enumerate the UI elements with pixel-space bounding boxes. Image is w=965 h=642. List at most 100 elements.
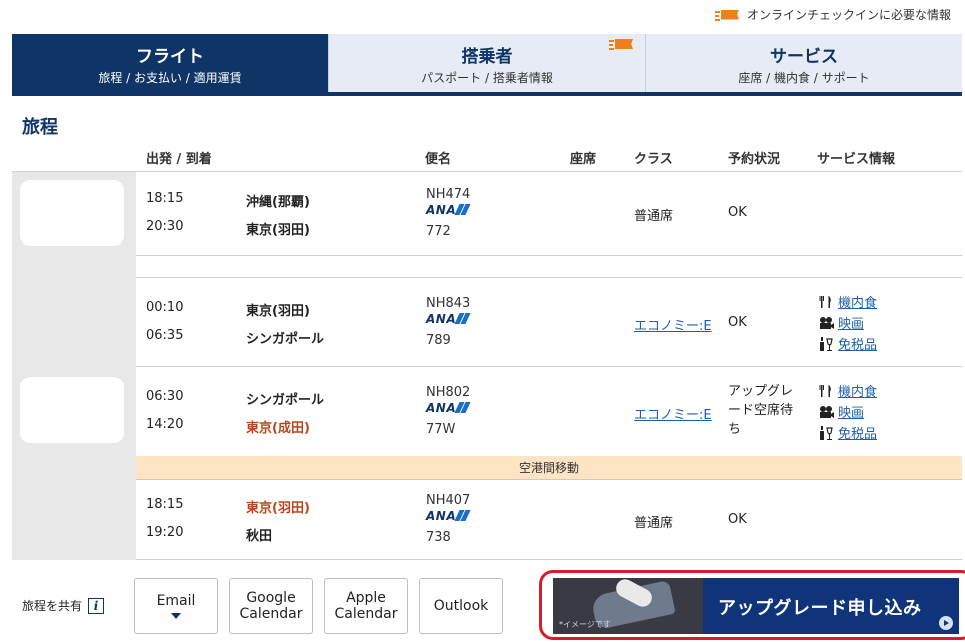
arrival-time: 06:35 xyxy=(146,328,184,343)
flight-segment: 06:30 シンガポール 14:20 東京(成田) NH802 ANA 77W … xyxy=(136,367,962,456)
online-checkin-info-link[interactable]: オンラインチェックインに必要な情報 xyxy=(714,6,951,23)
share-bar: 旅程を共有 i Email Google Calendar Apple Cale… xyxy=(12,570,965,642)
arrival-city-changed: 東京(成田) xyxy=(246,421,310,436)
service-info: 機内食 映画 免税品 xyxy=(818,291,877,354)
arrival-time: 19:20 xyxy=(146,525,184,540)
tab-passenger-title: 搭乗者 xyxy=(461,47,513,67)
booking-status: アップグレード空席待ち xyxy=(728,384,794,437)
header-service: サービス情報 xyxy=(817,152,896,167)
meal-icon xyxy=(818,383,834,399)
ana-logo-text: ANA xyxy=(426,401,457,415)
departure-time: 00:10 xyxy=(146,300,184,315)
flight-number: NH474 xyxy=(426,187,471,202)
cabin-class: 普通席 xyxy=(634,516,674,531)
departure-time: 18:15 xyxy=(146,497,184,512)
duty-free-icon xyxy=(818,336,834,352)
email-share-button[interactable]: Email xyxy=(134,578,218,634)
tab-flight-title: フライト xyxy=(136,47,204,67)
duty-free-link[interactable]: 免税品 xyxy=(838,423,877,442)
header-seat: 座席 xyxy=(570,152,597,167)
service-info: 機内食 映画 免税品 xyxy=(818,380,877,443)
movie-link[interactable]: 映画 xyxy=(838,402,864,421)
booking-tabs: フライト 旅程 / お支払い / 適用運賃 搭乗者 パスポート / 搭乗者情報 … xyxy=(12,34,962,96)
outbound-thumbnail xyxy=(20,180,124,246)
cabin-class-link[interactable]: エコノミー:E xyxy=(634,404,712,423)
duty-free-link[interactable]: 免税品 xyxy=(838,334,877,353)
banner-image-note: *イメージです xyxy=(559,620,611,629)
header-flight: 便名 xyxy=(425,152,452,167)
flight-segment: 18:15 東京(羽田) 19:20 秋田 NH407 ANA 738 普通席 … xyxy=(136,480,962,560)
movie-icon xyxy=(818,315,834,331)
departure-time: 18:15 xyxy=(146,191,184,206)
boarding-pass-icon xyxy=(714,9,741,21)
google-calendar-label-2: Calendar xyxy=(239,606,303,622)
header-dep-arr: 出発 / 到着 xyxy=(146,152,212,167)
google-calendar-button[interactable]: Google Calendar xyxy=(229,578,313,634)
header-class: クラス xyxy=(634,152,673,167)
share-label-text: 旅程を共有 xyxy=(22,599,83,613)
flight-number: NH802 xyxy=(426,385,471,400)
header-status: 予約状況 xyxy=(728,152,781,167)
ana-logo: ANA xyxy=(426,509,471,523)
return-thumbnail xyxy=(20,377,124,443)
aircraft-type: 772 xyxy=(426,224,451,239)
departure-city: シンガポール xyxy=(246,393,325,408)
chevron-down-icon xyxy=(171,613,181,619)
ana-logo: ANA xyxy=(426,401,471,415)
ana-logo-text: ANA xyxy=(426,509,457,523)
upgrade-banner-highlight: *イメージです アップグレード申し込み xyxy=(539,570,965,640)
cabin-class: 普通席 xyxy=(634,209,674,224)
arrow-right-icon xyxy=(939,616,953,630)
arrival-city: シンガポール xyxy=(246,332,325,347)
arrival-city: 秋田 xyxy=(246,529,273,544)
outlook-button[interactable]: Outlook xyxy=(419,578,503,634)
arrival-time: 14:20 xyxy=(146,417,184,432)
aircraft-type: 738 xyxy=(426,530,451,545)
tab-passenger-subtitle: パスポート / 搭乗者情報 xyxy=(421,71,553,85)
online-checkin-info-label: オンラインチェックインに必要な情報 xyxy=(746,8,951,22)
apple-calendar-button[interactable]: Apple Calendar xyxy=(324,578,408,634)
share-label: 旅程を共有 i xyxy=(22,597,105,614)
departure-city-changed: 東京(羽田) xyxy=(246,501,310,516)
meal-link[interactable]: 機内食 xyxy=(838,381,877,400)
meal-icon xyxy=(818,294,834,310)
tab-flight[interactable]: フライト 旅程 / お支払い / 適用運賃 xyxy=(12,34,329,92)
itinerary-table-header: 出発 / 到着 便名 座席 クラス 予約状況 サービス情報 xyxy=(12,146,962,172)
booking-status: OK xyxy=(728,205,747,220)
ana-logo-text: ANA xyxy=(426,312,457,326)
apple-calendar-label-2: Calendar xyxy=(334,606,398,622)
boarding-pass-icon xyxy=(609,38,635,50)
movie-link[interactable]: 映画 xyxy=(838,313,864,332)
ana-logo-text: ANA xyxy=(426,203,457,217)
ana-logo: ANA xyxy=(426,203,471,217)
tab-service[interactable]: サービス 座席 / 機内食 / サポート xyxy=(646,34,962,92)
tab-service-title: サービス xyxy=(770,47,838,67)
flight-number: NH407 xyxy=(426,493,471,508)
tab-service-subtitle: 座席 / 機内食 / サポート xyxy=(738,71,870,85)
duty-free-icon xyxy=(818,425,834,441)
departure-city: 東京(羽田) xyxy=(246,304,310,319)
outbound-column xyxy=(12,172,136,367)
arrival-city: 東京(羽田) xyxy=(246,223,310,238)
arrival-time: 20:30 xyxy=(146,219,184,234)
info-icon[interactable]: i xyxy=(88,597,105,614)
tab-passenger[interactable]: 搭乗者 パスポート / 搭乗者情報 xyxy=(329,34,646,92)
cabin-class-link[interactable]: エコノミー:E xyxy=(634,315,712,334)
tab-flight-subtitle: 旅程 / お支払い / 適用運賃 xyxy=(98,71,242,85)
departure-city: 沖縄(那覇) xyxy=(246,195,310,210)
banner-photo: *イメージです xyxy=(553,578,703,634)
google-calendar-label-1: Google xyxy=(246,590,296,606)
aircraft-type: 77W xyxy=(426,422,456,437)
ana-logo: ANA xyxy=(426,312,471,326)
booking-status: OK xyxy=(728,512,747,527)
flight-number: NH843 xyxy=(426,296,471,311)
itinerary-title: 旅程 xyxy=(22,117,58,138)
departure-time: 06:30 xyxy=(146,389,184,404)
upgrade-banner-text: アップグレード申し込み xyxy=(718,598,922,619)
booking-status: OK xyxy=(728,315,747,330)
flight-segment: 00:10 東京(羽田) 06:35 シンガポール NH843 ANA 789 … xyxy=(136,278,962,367)
airport-transfer-bar: 空港間移動 xyxy=(136,456,962,480)
meal-link[interactable]: 機内食 xyxy=(838,292,877,311)
upgrade-banner[interactable]: *イメージです アップグレード申し込み xyxy=(553,578,959,634)
aircraft-type: 789 xyxy=(426,333,451,348)
